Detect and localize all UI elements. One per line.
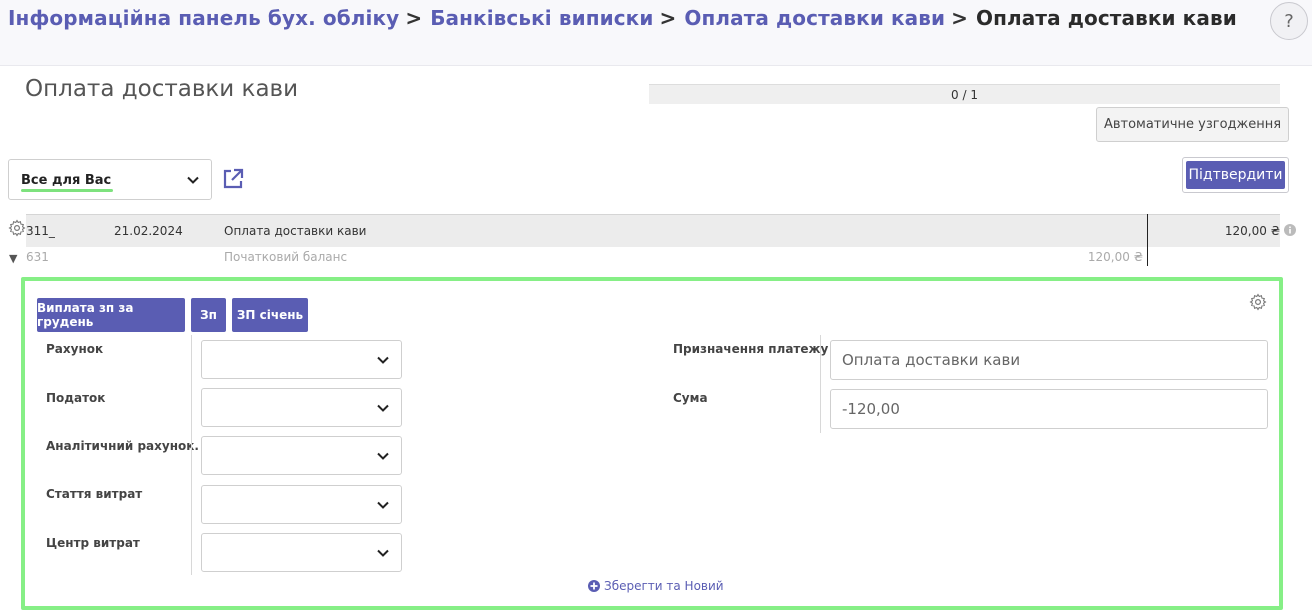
breadcrumb: Інформаційна панель бух. обліку > Банківсь… — [8, 6, 1237, 30]
expense-item-select[interactable] — [201, 485, 402, 524]
account-select[interactable] — [201, 340, 402, 379]
confirm-button-wrapper[interactable]: Підтвердити — [1182, 157, 1289, 193]
breadcrumb-separator: > — [659, 6, 677, 30]
field-divider — [191, 335, 192, 575]
analytic-account-select[interactable] — [201, 436, 402, 475]
plus-circle-icon — [588, 580, 600, 592]
balance-label: Початковий баланс — [224, 250, 348, 264]
amount-label: Сума — [673, 391, 708, 405]
chevron-down-icon — [187, 176, 199, 184]
save-and-new-link[interactable]: Зберегти та Новий — [588, 579, 724, 593]
page-title: Оплата доставки кави — [25, 76, 299, 102]
column-divider — [1147, 214, 1148, 266]
preset-button[interactable]: Зп — [191, 298, 226, 332]
line-date: 21.02.2024 — [114, 224, 183, 238]
chevron-down-icon — [377, 549, 389, 557]
info-icon[interactable] — [1284, 224, 1296, 236]
chevron-down-icon — [377, 452, 389, 460]
help-button[interactable]: ? — [1270, 2, 1308, 40]
reconcile-progress-bar: 0 / 1 — [649, 84, 1280, 104]
partner-highlight-underline — [21, 189, 113, 192]
progress-text: 0 / 1 — [951, 88, 978, 102]
chevron-down-icon — [377, 501, 389, 509]
reconcile-create-panel: Виплата зп за грудень Зп ЗП січень Рахун… — [21, 277, 1283, 610]
confirm-button[interactable]: Підтвердити — [1186, 161, 1285, 189]
cost-center-label: Центр витрат — [46, 536, 140, 550]
gear-icon[interactable] — [8, 219, 26, 237]
tax-label: Податок — [46, 391, 106, 405]
expense-item-label: Стаття витрат — [46, 487, 143, 501]
breadcrumb-separator: > — [405, 6, 423, 30]
analytic-account-label: Аналітичний рахунок. — [46, 439, 199, 453]
payment-purpose-input[interactable]: Оплата доставки кави — [830, 340, 1268, 380]
breadcrumb-item-bank-statements[interactable]: Банківські виписки — [430, 6, 653, 30]
breadcrumb-current: Оплата доставки кави — [976, 6, 1237, 30]
preset-button[interactable]: Виплата зп за грудень — [37, 298, 185, 332]
statement-line[interactable]: 311_ 21.02.2024 Оплата доставки кави 120… — [26, 214, 1280, 247]
field-divider — [820, 335, 821, 433]
top-bar: Інформаційна панель бух. обліку > Банківсь… — [0, 0, 1312, 66]
breadcrumb-separator: > — [951, 6, 969, 30]
payment-purpose-label: Призначення платежу — [673, 342, 829, 356]
partner-select[interactable]: Все для Вас — [8, 159, 212, 200]
chevron-down-icon — [377, 356, 389, 364]
balance-amount: 120,00 ₴ — [1087, 250, 1143, 264]
external-link-icon[interactable] — [221, 167, 245, 191]
account-label: Рахунок — [46, 342, 104, 356]
tax-select[interactable] — [201, 388, 402, 427]
line-label: Оплата доставки кави — [224, 224, 367, 238]
preset-button[interactable]: ЗП січень — [232, 298, 308, 332]
partner-select-value: Все для Вас — [21, 173, 112, 188]
breadcrumb-item-statement[interactable]: Оплата доставки кави — [684, 6, 945, 30]
breadcrumb-item-dashboard[interactable]: Інформаційна панель бух. обліку — [8, 6, 399, 30]
amount-input[interactable]: -120,00 — [830, 389, 1268, 429]
cost-center-select[interactable] — [201, 533, 402, 572]
balance-account: 631 — [26, 250, 49, 264]
help-icon: ? — [1284, 10, 1294, 32]
line-amount: 120,00 ₴ — [1224, 224, 1280, 238]
chevron-down-icon — [377, 404, 389, 412]
balance-line: 631 Початковий баланс 120,00 ₴ — [26, 249, 1146, 267]
auto-reconcile-button[interactable]: Автоматичне узгодження — [1096, 107, 1289, 142]
line-account: 311_ — [26, 224, 55, 238]
caret-down-icon[interactable]: ▼ — [9, 252, 17, 265]
save-and-new-label: Зберегти та Новий — [604, 579, 724, 593]
gear-icon[interactable] — [1249, 293, 1267, 311]
